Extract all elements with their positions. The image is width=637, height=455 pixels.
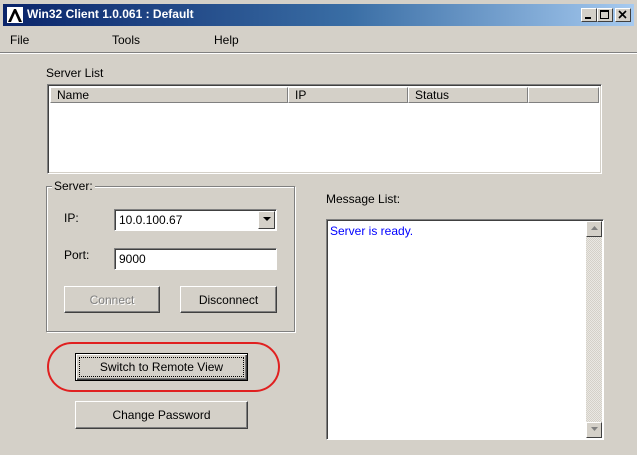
maximize-button[interactable]	[597, 8, 613, 22]
ip-select[interactable]: 10.0.100.67	[114, 209, 277, 231]
scroll-up-button[interactable]	[586, 221, 602, 237]
ip-select-value: 10.0.100.67	[119, 213, 183, 227]
app-window: Win32 Client 1.0.061 : Default File Tool…	[0, 0, 637, 455]
server-list-label: Server List	[46, 66, 104, 80]
close-icon	[618, 10, 627, 19]
ip-dropdown-button[interactable]	[258, 211, 275, 229]
server-group-label: Server:	[52, 179, 95, 193]
server-list[interactable]: Name IP Status	[47, 84, 602, 174]
menu-file[interactable]: File	[10, 33, 29, 47]
close-button[interactable]	[615, 8, 631, 22]
scroll-down-arrow-icon	[590, 427, 598, 431]
menu-tools[interactable]: Tools	[112, 33, 140, 47]
message-list[interactable]: Server is ready.	[326, 219, 604, 440]
window-title: Win32 Client 1.0.061 : Default	[27, 7, 194, 21]
chevron-down-icon	[262, 217, 271, 221]
scroll-down-button[interactable]	[586, 422, 602, 438]
minimize-button[interactable]	[581, 8, 597, 22]
column-header-ip[interactable]: IP	[288, 87, 408, 103]
port-label: Port:	[64, 248, 90, 262]
title-bar[interactable]: Win32 Client 1.0.061 : Default	[3, 4, 634, 26]
switch-to-remote-view-button[interactable]: Switch to Remote View	[75, 353, 248, 381]
ip-label: IP:	[64, 211, 79, 225]
message-line: Server is ready.	[330, 224, 414, 238]
connect-button[interactable]: Connect	[64, 286, 160, 313]
message-list-label: Message List:	[326, 192, 401, 206]
scroll-up-arrow-icon	[590, 226, 598, 230]
maximize-icon	[600, 10, 609, 19]
app-logo-icon	[7, 7, 23, 23]
minimize-icon	[585, 17, 591, 19]
column-header-name[interactable]: Name	[50, 87, 288, 103]
menu-help[interactable]: Help	[214, 33, 239, 47]
column-header-extra[interactable]	[528, 87, 599, 103]
disconnect-button[interactable]: Disconnect	[180, 286, 277, 313]
column-header-status[interactable]: Status	[408, 87, 528, 103]
change-password-button[interactable]: Change Password	[75, 401, 248, 429]
menu-divider	[0, 52, 637, 54]
port-input[interactable]	[114, 248, 277, 270]
menu-bar: File Tools Help	[0, 30, 637, 50]
message-list-scrollbar[interactable]	[586, 221, 602, 438]
